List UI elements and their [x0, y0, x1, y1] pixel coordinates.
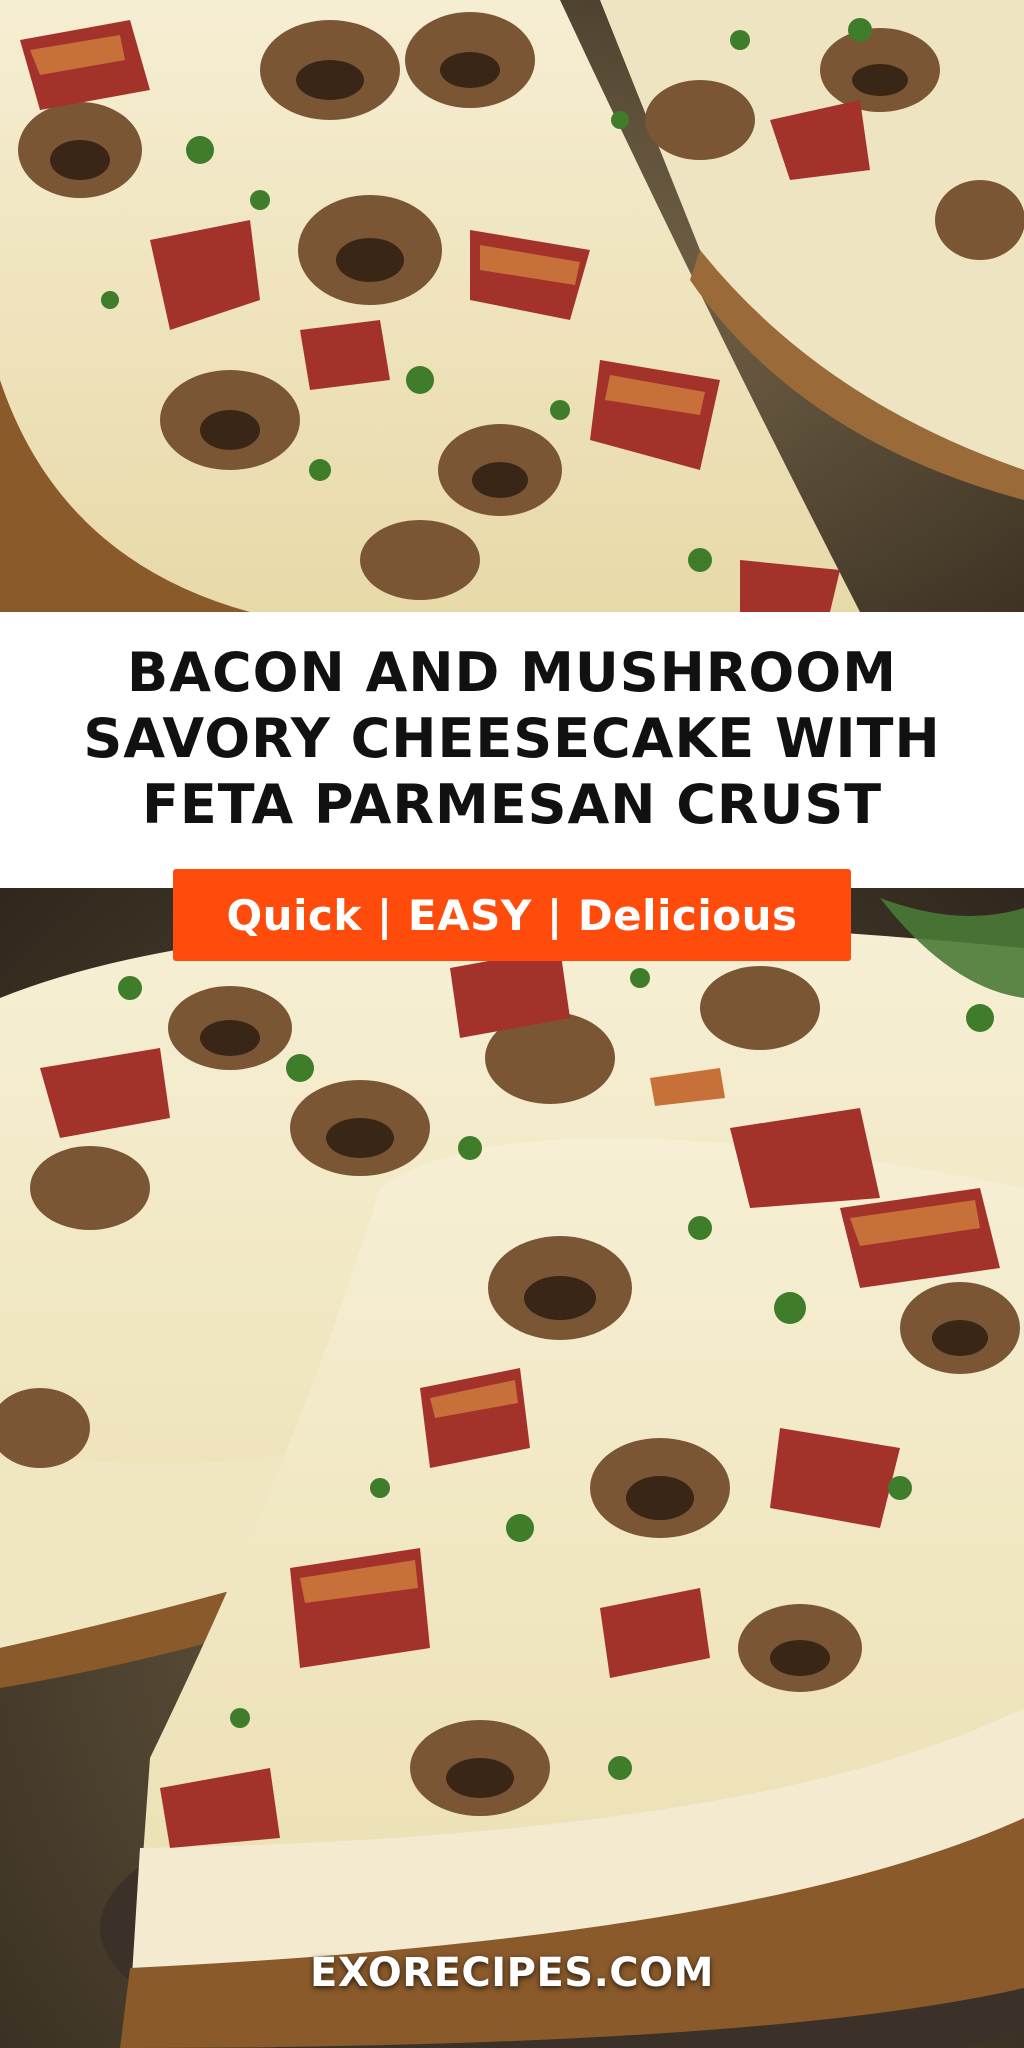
- site-name: EXORECIPES.COM: [310, 1950, 714, 1996]
- page-title-line: FETA PARMESAN CRUST: [141, 773, 883, 836]
- page-title-line: BACON AND MUSHROOM: [127, 641, 897, 704]
- cheesecake-bottom-illustration: [0, 888, 1024, 2048]
- cheesecake-photo-top: [0, 0, 1024, 612]
- page-title-line: SAVORY CHEESECAKE WITH: [83, 707, 941, 770]
- tagline-badge: Quick | EASY | Delicious: [173, 869, 851, 961]
- cheesecake-photo-bottom: [0, 888, 1024, 2048]
- page-title: BACON AND MUSHROOM SAVORY CHEESECAKE WITH…: [0, 640, 1024, 838]
- cheesecake-top-illustration: [0, 0, 1024, 612]
- tagline-text: Quick | EASY | Delicious: [226, 890, 798, 940]
